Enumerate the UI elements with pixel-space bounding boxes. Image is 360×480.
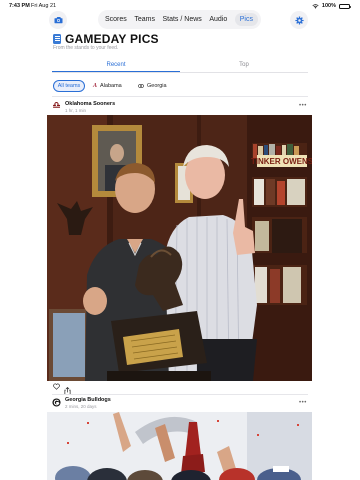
divider [52, 394, 308, 395]
oklahoma-logo-icon: ♎︎ [52, 100, 61, 110]
heart-icon [53, 383, 60, 390]
eye-icon [138, 84, 144, 88]
wifi-icon [312, 3, 319, 9]
top-nav: Scores Teams Stats / News Audio Pics [98, 10, 261, 29]
post-photo[interactable]: TINKER OWENS [47, 115, 312, 381]
photo-trophy-scene: TINKER OWENS [47, 115, 312, 381]
like-button[interactable] [53, 383, 60, 390]
divider [52, 96, 308, 97]
georgia-logo-icon [52, 398, 61, 407]
document-icon [53, 34, 61, 44]
page-subtitle: From the stands to your feed. [53, 45, 119, 51]
filter-alabama[interactable]: A Alabama [89, 80, 126, 92]
tab-stats-news[interactable]: Stats / News [162, 14, 201, 25]
photo-celebration-scene [47, 412, 312, 480]
post-team-name[interactable]: Oklahoma Sooners [65, 101, 115, 107]
status-time: 7:43 PM [9, 3, 30, 9]
segment-indicator [52, 71, 180, 73]
g-logo-icon [52, 398, 61, 407]
filter-all-label: All teams [57, 83, 81, 89]
page-title: GAMEDAY PICS [65, 32, 159, 46]
tab-pics[interactable]: Pics [234, 13, 258, 26]
feed-segment: Recent Top [52, 62, 308, 73]
status-date: Fri Aug 21 [31, 3, 57, 9]
battery-percent: 100% [321, 3, 336, 9]
post-team-name[interactable]: Georgia Bulldogs [65, 397, 111, 403]
filter-georgia-label: Georgia [147, 83, 167, 89]
svg-text:TINKER OWENS: TINKER OWENS [251, 157, 312, 166]
camera-icon [54, 17, 62, 24]
post-timestamp: 1 hr, 1 min [65, 108, 87, 113]
tab-audio[interactable]: Audio [209, 14, 227, 25]
post-timestamp: 2 mins, 20 days [65, 404, 97, 409]
post-more-button[interactable]: ••• [299, 103, 307, 109]
post-more-button[interactable]: ••• [299, 400, 307, 406]
alabama-logo-icon: A [93, 83, 98, 89]
tab-teams[interactable]: Teams [134, 14, 155, 25]
filter-all-teams[interactable]: All teams [53, 80, 85, 92]
tab-scores[interactable]: Scores [105, 14, 127, 25]
share-button[interactable] [64, 382, 71, 395]
filter-alabama-label: Alabama [100, 83, 122, 89]
battery-icon [339, 3, 351, 9]
gear-icon [294, 15, 304, 25]
filter-georgia[interactable]: Georgia [134, 80, 171, 92]
status-right: 100% [312, 3, 351, 9]
post-photo[interactable] [47, 412, 312, 480]
settings-button[interactable] [290, 11, 308, 29]
camera-button[interactable] [49, 11, 67, 29]
